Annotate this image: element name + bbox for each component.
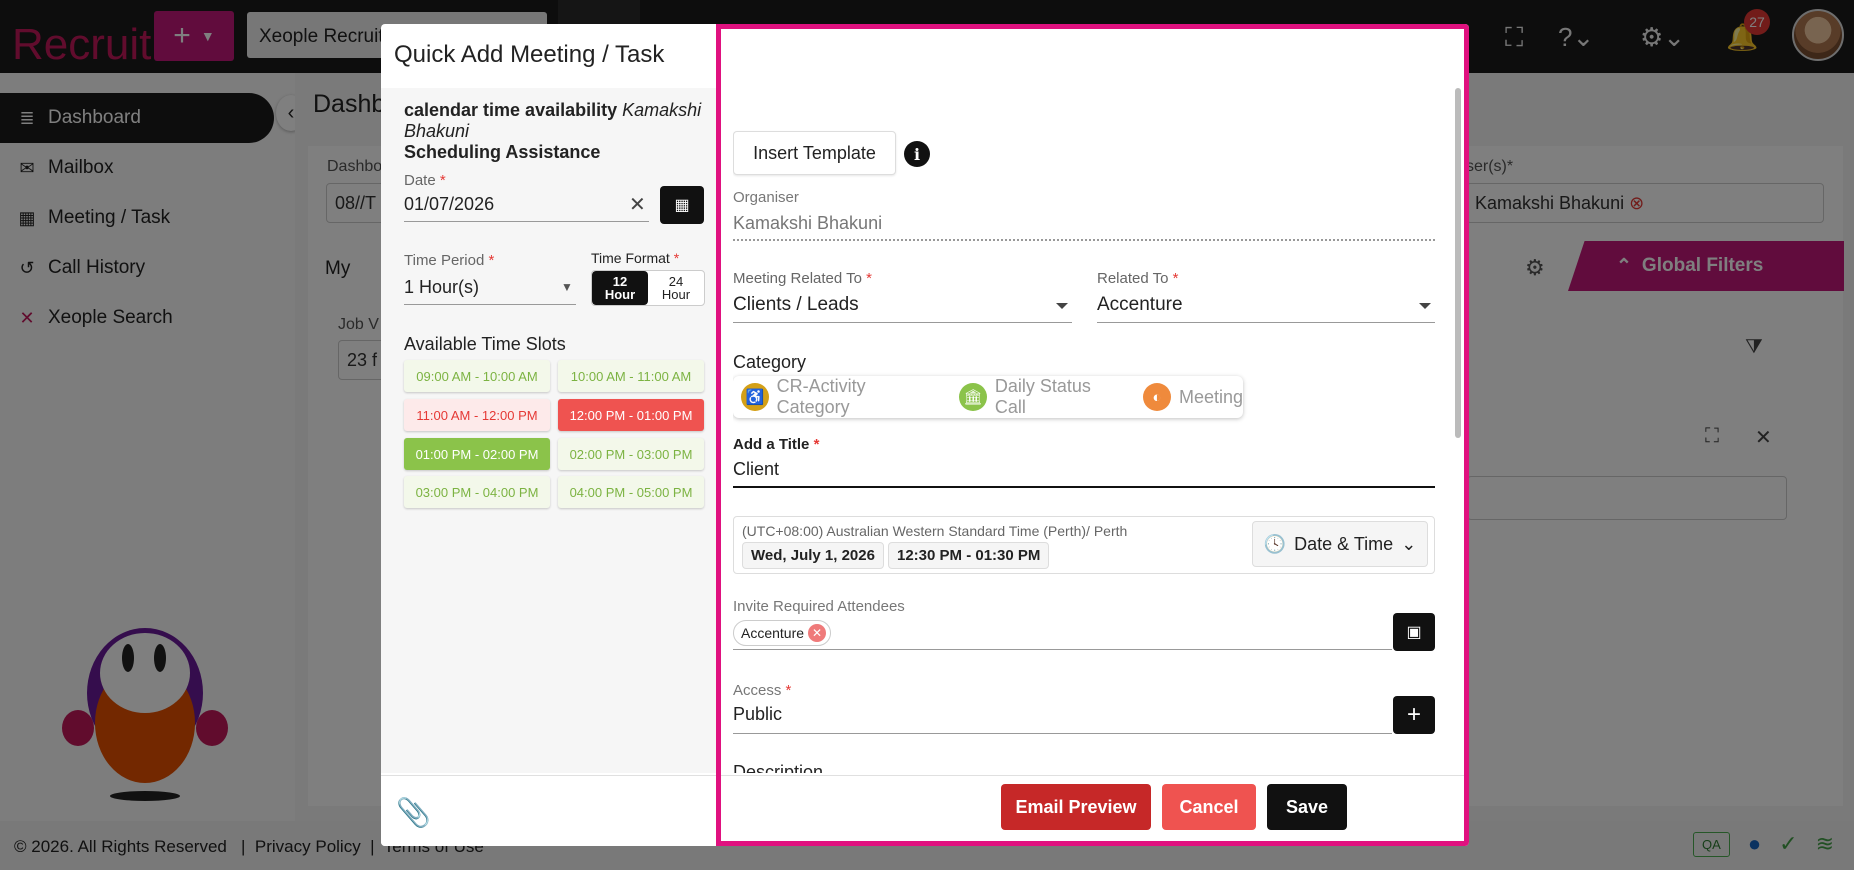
chevron-down-icon bbox=[1056, 303, 1068, 309]
category-meeting[interactable]: ◐ Meeting bbox=[1142, 383, 1243, 411]
organiser-label: Organiser bbox=[733, 189, 799, 206]
attendees-label: Invite Required Attendees bbox=[733, 598, 905, 615]
category-label: Daily Status Call bbox=[994, 376, 1091, 417]
email-preview-button[interactable]: Email Preview bbox=[1001, 784, 1151, 830]
related-to-label: Related To * bbox=[1097, 270, 1178, 287]
category-label: CR-Activity Category bbox=[776, 376, 866, 417]
title-label: Add a Title * bbox=[733, 436, 819, 453]
time-slot[interactable]: 09:00 AM - 10:00 AM bbox=[404, 360, 550, 392]
time-slot[interactable]: 12:00 PM - 01:00 PM bbox=[558, 399, 704, 431]
time-format-label-text: Time Format bbox=[591, 250, 670, 266]
date-time-label: Date & Time bbox=[1294, 533, 1394, 554]
add-access-button[interactable]: + bbox=[1393, 696, 1435, 734]
info-icon[interactable]: i bbox=[904, 141, 930, 167]
time-slot[interactable]: 01:00 PM - 02:00 PM bbox=[404, 438, 550, 470]
access-label: Access * bbox=[733, 682, 791, 699]
quick-add-meeting-modal: Quick Add Meeting / Task calendar time a… bbox=[381, 24, 1469, 846]
time-format-label: Time Format * bbox=[591, 250, 679, 266]
timezone-text: (UTC+08:00) Australian Western Standard … bbox=[742, 523, 1128, 539]
category-title: Category bbox=[733, 352, 807, 372]
date-label: Date * bbox=[404, 172, 446, 189]
schedule-summary: (UTC+08:00) Australian Western Standard … bbox=[733, 516, 1435, 574]
required-mark: * bbox=[673, 250, 680, 266]
modal-title: Quick Add Meeting / Task bbox=[394, 41, 665, 68]
availability-label: calendar time availability bbox=[404, 100, 618, 120]
time-period-label-text: Time Period bbox=[404, 252, 485, 269]
meeting-related-label-text: Meeting Related To bbox=[733, 270, 862, 287]
scrollbar[interactable] bbox=[1455, 88, 1461, 438]
insert-template-button[interactable]: Insert Template bbox=[733, 131, 896, 175]
tf12-unit: Hour bbox=[604, 287, 636, 302]
left-footer: 📎 bbox=[381, 775, 716, 846]
category-cr-activity[interactable]: ♿ CR-Activity Category bbox=[741, 376, 941, 418]
date-chip: Wed, July 1, 2026 bbox=[742, 542, 884, 569]
availability-title: calendar time availability Kamakshi Bhak… bbox=[404, 100, 704, 142]
category-selector: ♿ CR-Activity Category 🏛 Daily Status Call… bbox=[733, 376, 1243, 418]
plus-icon: + bbox=[1406, 701, 1421, 728]
attendee-name: Accenture bbox=[741, 625, 805, 641]
time-chip: 12:30 PM - 01:30 PM bbox=[888, 542, 1050, 569]
required-mark: * bbox=[813, 436, 820, 453]
time-format-toggle: 12 Hour 24 Hour bbox=[591, 270, 705, 306]
clear-date-icon[interactable]: ✕ bbox=[629, 192, 646, 217]
description-label: Description bbox=[733, 762, 824, 773]
category-daily-status-call[interactable]: 🏛 Daily Status Call bbox=[959, 376, 1125, 418]
meeting-form: Insert Template i Organiser Kamakshi Bha… bbox=[733, 88, 1435, 773]
date-label-text: Date bbox=[404, 172, 436, 189]
save-button[interactable]: Save bbox=[1267, 784, 1347, 830]
time-slot[interactable]: 10:00 AM - 11:00 AM bbox=[558, 360, 704, 392]
required-mark: * bbox=[785, 682, 792, 699]
remove-icon[interactable]: ✕ bbox=[808, 624, 827, 642]
title-input[interactable]: Client bbox=[733, 456, 1435, 488]
calendar-button[interactable]: ▦ bbox=[660, 186, 704, 224]
related-to-label-text: Related To bbox=[1097, 270, 1169, 287]
available-slots-title: Available Time Slots bbox=[404, 334, 566, 354]
clock-icon: 🕓 bbox=[1263, 533, 1287, 554]
time-slot[interactable]: 04:00 PM - 05:00 PM bbox=[558, 476, 704, 508]
meeting-related-value: Clients / Leads bbox=[733, 294, 859, 315]
title-label-text: Add a Title bbox=[733, 436, 810, 453]
time-slot[interactable]: 03:00 PM - 04:00 PM bbox=[404, 476, 550, 508]
contact-card-icon: ▣ bbox=[1406, 624, 1422, 641]
attendees-field[interactable]: Accenture ✕ bbox=[733, 616, 1392, 650]
attachment-icon[interactable]: 📎 bbox=[396, 796, 431, 829]
date-time-button[interactable]: 🕓 Date & Time ⌄ bbox=[1252, 521, 1428, 567]
cancel-button[interactable]: Cancel bbox=[1162, 784, 1256, 830]
time-format-12-hour[interactable]: 12 Hour bbox=[592, 271, 648, 305]
attendee-chip: Accenture ✕ bbox=[733, 620, 832, 646]
time-format-24-hour[interactable]: 24 Hour bbox=[648, 271, 704, 305]
meeting-related-label: Meeting Related To * bbox=[733, 270, 872, 287]
related-to-select[interactable]: Accenture bbox=[1097, 291, 1435, 323]
required-mark: * bbox=[1172, 270, 1179, 287]
meeting-related-select[interactable]: Clients / Leads bbox=[733, 291, 1072, 323]
chevron-down-icon bbox=[1419, 303, 1431, 309]
category-label: Meeting bbox=[1178, 386, 1243, 407]
time-period-select[interactable]: 1 Hour(s) bbox=[404, 273, 576, 305]
required-mark: * bbox=[488, 252, 495, 269]
modal-footer: Email Preview Cancel Save bbox=[721, 775, 1464, 841]
access-field[interactable]: Public bbox=[733, 701, 1392, 734]
time-slot[interactable]: 11:00 AM - 12:00 PM bbox=[404, 399, 550, 431]
required-mark: * bbox=[866, 270, 872, 287]
access-label-text: Access bbox=[733, 682, 782, 699]
required-mark: * bbox=[439, 172, 446, 189]
pie-icon: ◐ bbox=[1142, 383, 1171, 411]
chevron-down-icon: ⌄ bbox=[1401, 533, 1417, 554]
contact-picker-button[interactable]: ▣ bbox=[1393, 613, 1435, 651]
tf24-unit: Hour bbox=[661, 287, 691, 302]
calendar-icon: ▦ bbox=[674, 197, 690, 214]
time-slot[interactable]: 02:00 PM - 03:00 PM bbox=[558, 438, 704, 470]
date-field[interactable]: 01/07/2026 bbox=[404, 190, 649, 222]
bank-icon: 🏛 bbox=[959, 383, 987, 411]
time-period-label: Time Period * bbox=[404, 252, 494, 269]
accessibility-icon: ♿ bbox=[741, 383, 769, 411]
chevron-down-icon[interactable]: ▼ bbox=[561, 280, 573, 294]
scheduling-title: Scheduling Assistance bbox=[404, 142, 601, 162]
organiser-field: Kamakshi Bhakuni bbox=[733, 209, 1435, 241]
related-to-value: Accenture bbox=[1097, 294, 1183, 315]
